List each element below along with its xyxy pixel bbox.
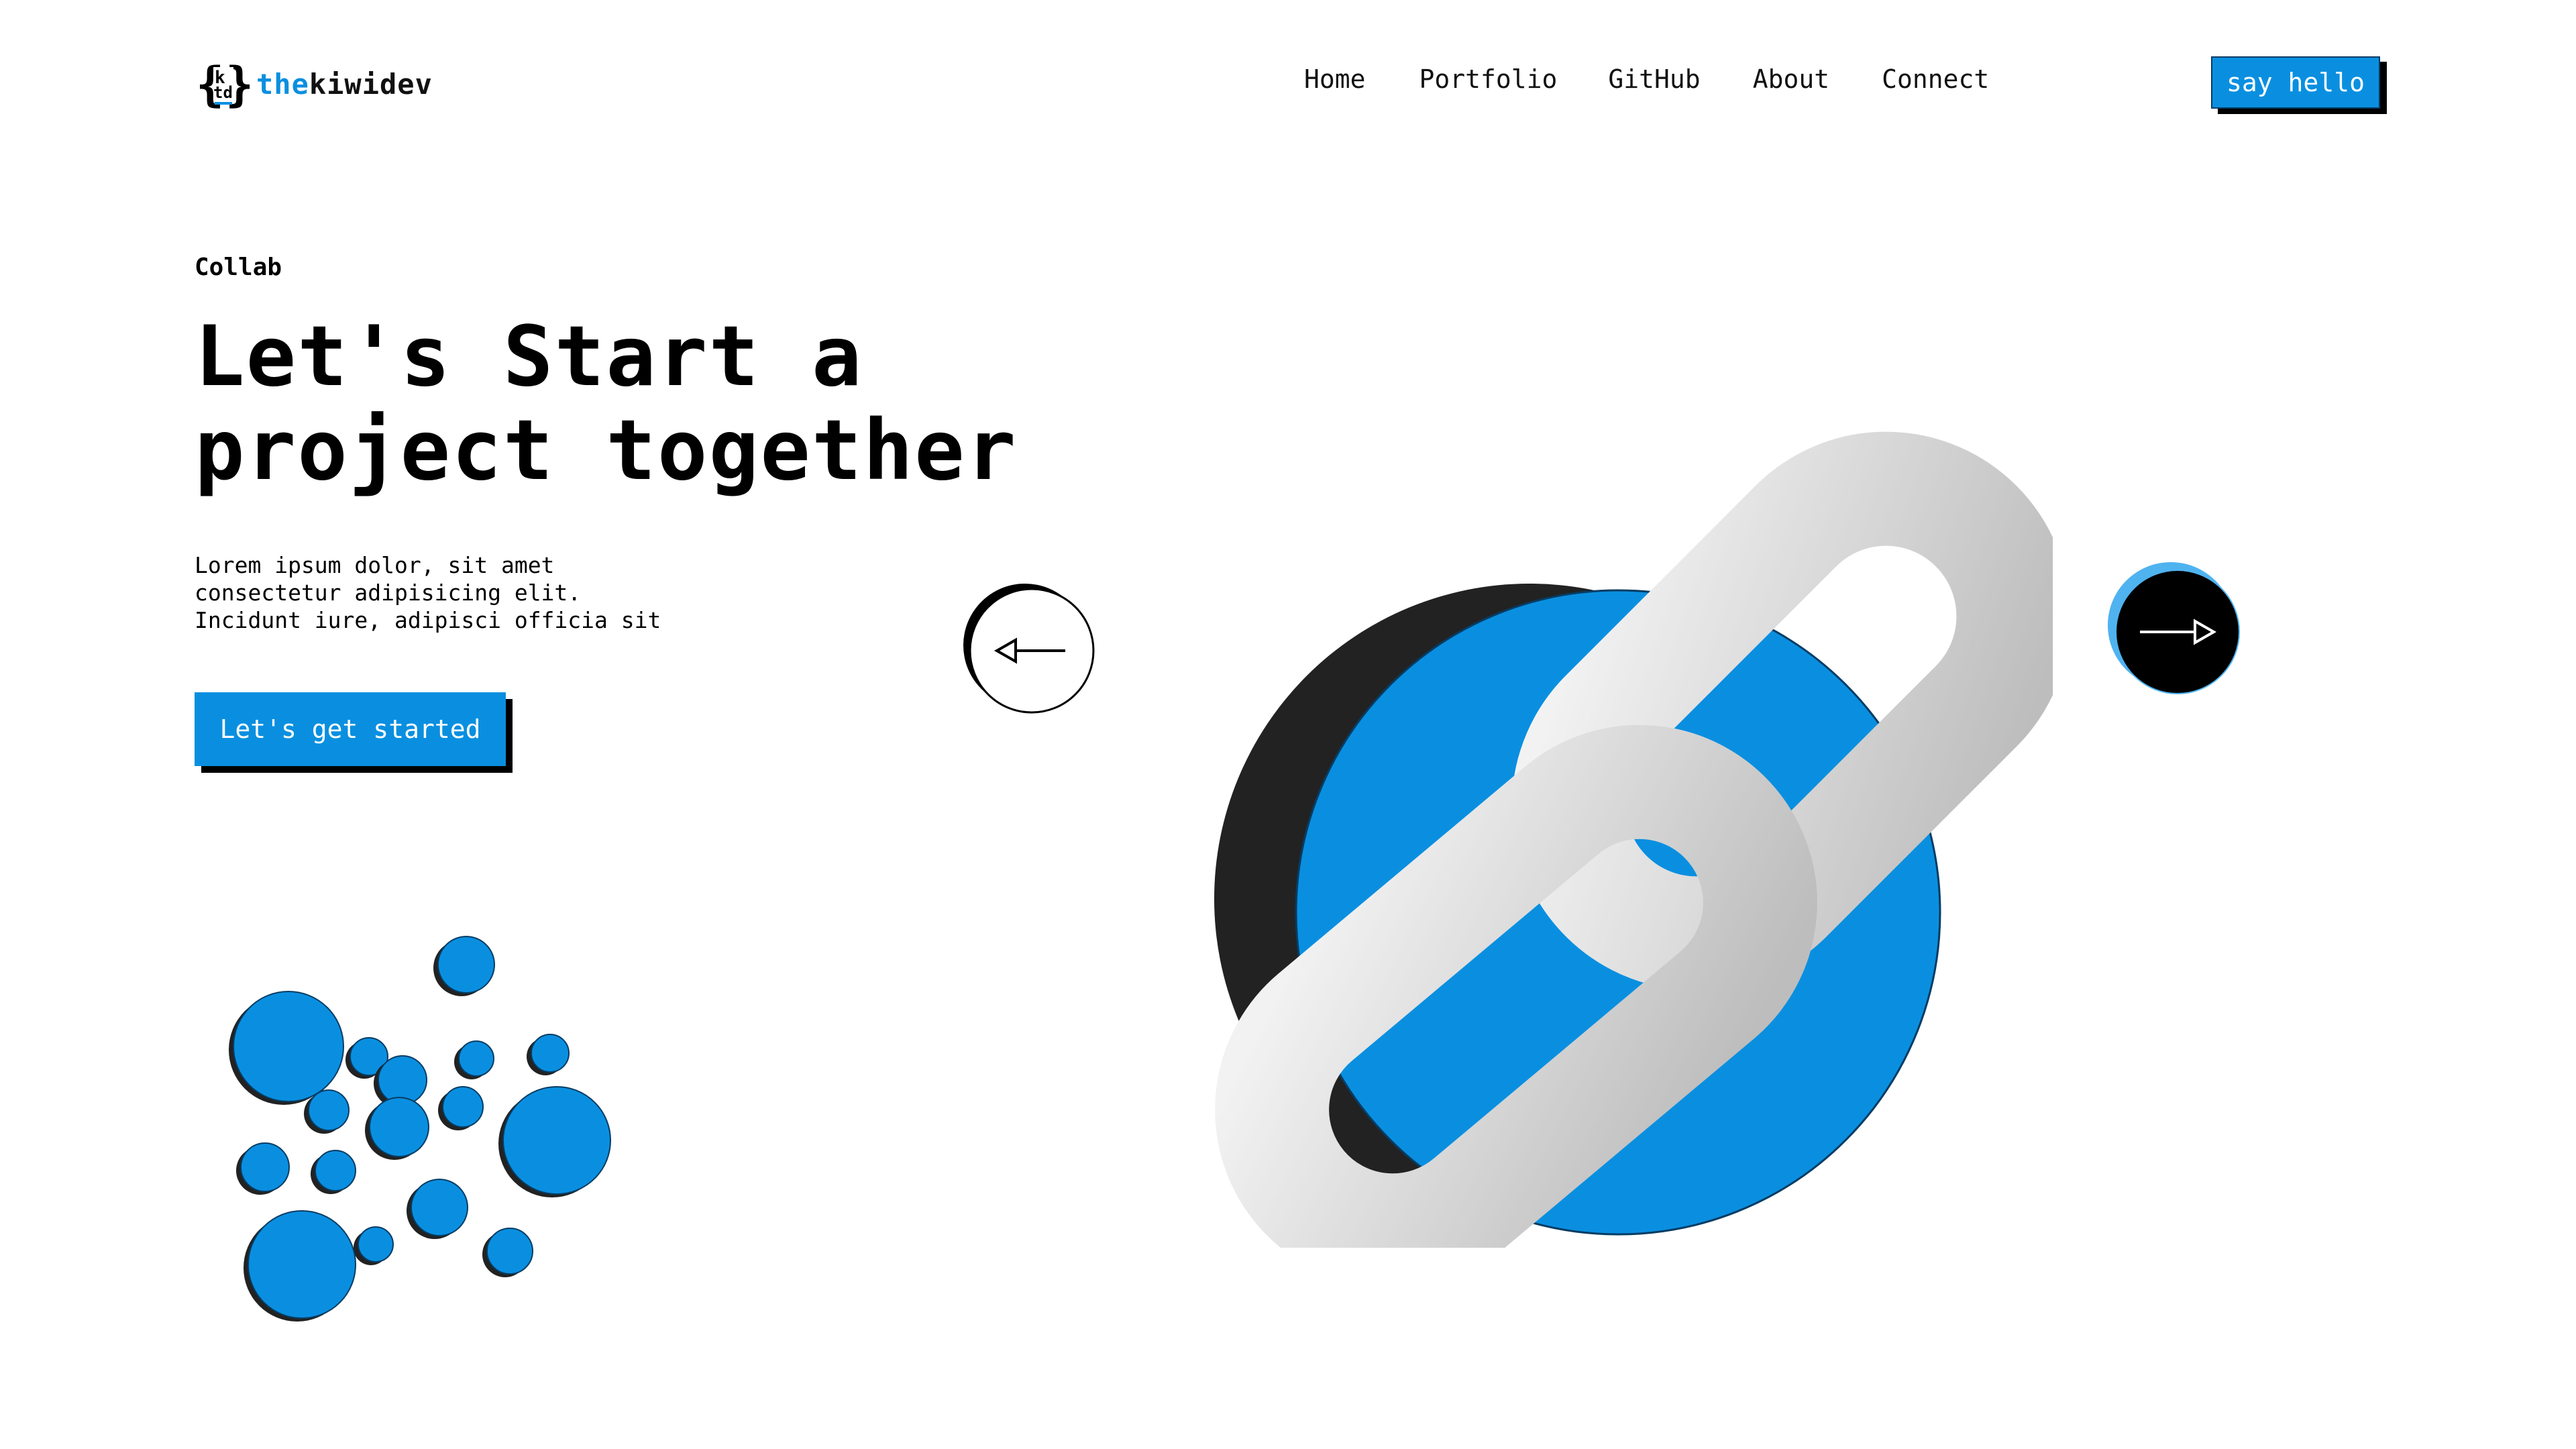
description-line: consectetur adipisicing elit. xyxy=(195,580,582,606)
decorative-dot xyxy=(308,1089,350,1131)
site-logo[interactable]: { } k td the kiwi dev xyxy=(195,55,433,113)
description-line: Lorem ipsum dolor, sit amet xyxy=(195,552,555,578)
nav-portfolio[interactable]: Portfolio xyxy=(1419,64,1558,94)
get-started-wrapper: Let's get started xyxy=(195,692,513,773)
chain-link-illustration xyxy=(1114,402,2071,1288)
decorative-dot xyxy=(486,1228,533,1275)
decorative-dot xyxy=(315,1150,356,1191)
decorative-dot xyxy=(531,1034,570,1073)
decorative-dot xyxy=(369,1097,429,1157)
headline-line-2: project together xyxy=(195,402,1018,499)
say-hello-wrapper: say hello xyxy=(2211,56,2387,114)
logo-part-kiwi: kiwi xyxy=(309,67,380,101)
decorative-dot xyxy=(502,1086,611,1195)
section-eyebrow: Collab xyxy=(195,254,282,281)
get-started-button[interactable]: Let's get started xyxy=(195,692,506,766)
dots-graphic xyxy=(229,936,611,1322)
svg-text:td: td xyxy=(213,83,233,102)
decorative-dot xyxy=(233,991,344,1102)
logo-part-the: the xyxy=(256,67,309,101)
decorative-dot xyxy=(442,1086,484,1128)
decorative-dot xyxy=(358,1226,394,1263)
logo-braces-icon: { } k td xyxy=(195,55,254,113)
carousel-prev-button[interactable] xyxy=(961,581,1097,718)
decorative-dot xyxy=(378,1055,427,1105)
nav-github[interactable]: GitHub xyxy=(1608,64,1700,94)
logo-part-dev: dev xyxy=(380,67,433,101)
nav-connect[interactable]: Connect xyxy=(1882,64,1989,94)
nav-about[interactable]: About xyxy=(1753,64,1829,94)
decorative-dots xyxy=(228,926,631,1328)
headline-line-1: Let's Start a xyxy=(195,309,863,405)
say-hello-button[interactable]: say hello xyxy=(2211,56,2380,109)
decorative-dot xyxy=(240,1142,290,1192)
decorative-dot xyxy=(437,936,495,994)
hero-description: Lorem ipsum dolor, sit amet consectetur … xyxy=(195,551,661,634)
carousel-next-button[interactable] xyxy=(2106,561,2243,698)
decorative-dot xyxy=(248,1210,356,1319)
description-line: Incidunt iure, adipisci officia sit xyxy=(195,607,661,633)
chain-link-icon xyxy=(1214,431,2071,1288)
arrow-left-icon xyxy=(963,584,1095,714)
nav-home[interactable]: Home xyxy=(1304,64,1366,94)
main-nav: Home Portfolio GitHub About Connect xyxy=(1304,64,1989,94)
logo-wordmark: the kiwi dev xyxy=(256,68,433,101)
decorative-dot xyxy=(458,1040,494,1077)
arrow-right-icon xyxy=(2108,562,2240,694)
decorative-dot xyxy=(411,1179,468,1236)
hero-headline: Let's Start a project together xyxy=(195,310,1017,498)
